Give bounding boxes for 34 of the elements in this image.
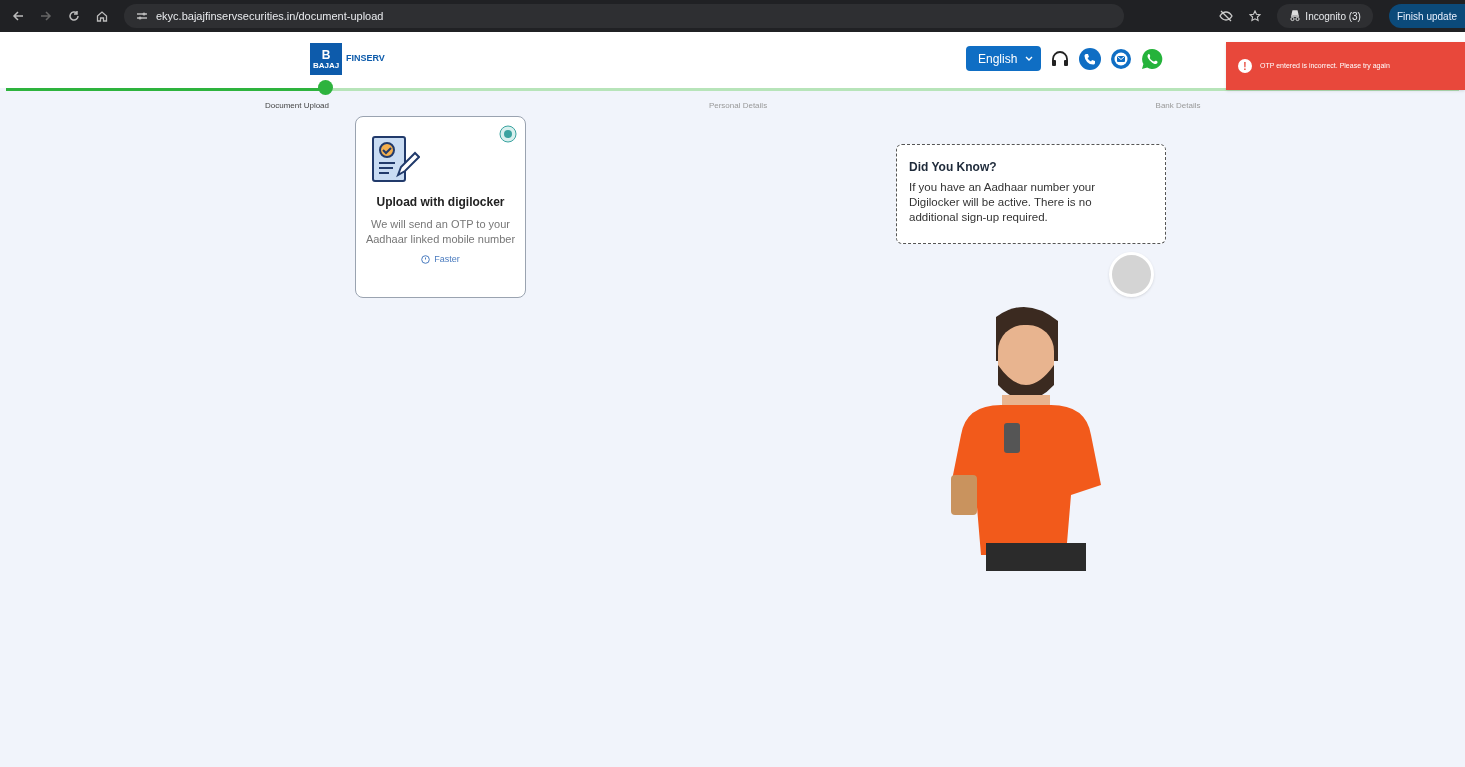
- star-icon[interactable]: [1249, 10, 1262, 22]
- card-description: We will send an OTP to your Aadhaar linked mobile number: [365, 217, 516, 247]
- tip-text: If you have an Aadhaar number your Digilocker will be active. There is no additional sign-up required.: [909, 180, 1097, 225]
- mail-icon[interactable]: [1111, 48, 1132, 69]
- site-settings-icon[interactable]: [136, 11, 148, 21]
- headset-icon[interactable]: [1051, 50, 1070, 67]
- incognito-icon: [1289, 10, 1302, 22]
- avatar: [1109, 252, 1154, 297]
- reload-icon[interactable]: [68, 10, 80, 22]
- badge-icon: [499, 125, 517, 143]
- incognito-badge[interactable]: Incognito (3): [1277, 4, 1373, 28]
- phone-icon[interactable]: [1079, 47, 1102, 70]
- logo[interactable]: B BAJAJ FINSERV: [310, 43, 385, 75]
- step-label: Document Upload: [265, 100, 329, 112]
- digilocker-option-card[interactable]: Upload with digilocker We will send an OTP to your Aadhaar linked mobile number Faster: [355, 116, 526, 298]
- back-icon[interactable]: [12, 10, 24, 22]
- forward-icon[interactable]: [40, 10, 52, 22]
- whatsapp-icon[interactable]: [1141, 47, 1164, 70]
- document-pen-icon: [370, 135, 420, 185]
- url-text: ekyc.bajajfinservsecurities.in/document-upload: [156, 8, 384, 24]
- finish-update-button[interactable]: Finish update: [1388, 4, 1465, 28]
- clock-icon: [421, 255, 431, 265]
- faster-tag: Faster: [434, 253, 460, 267]
- alert-icon: !: [1238, 59, 1252, 73]
- home-icon[interactable]: [96, 10, 108, 22]
- step-label: Bank Details: [1155, 100, 1201, 112]
- step-label: Personal Details: [708, 100, 768, 112]
- language-dropdown[interactable]: English: [966, 46, 1042, 71]
- profile-label: Incognito (3): [1305, 9, 1361, 24]
- eye-off-icon[interactable]: [1219, 10, 1234, 22]
- caret-icon: [1025, 55, 1034, 62]
- card-title: Upload with digilocker: [376, 194, 505, 211]
- address-bar[interactable]: ekyc.bajajfinservsecurities.in/document-upload: [124, 4, 1124, 28]
- tip-title: Did You Know?: [909, 159, 998, 176]
